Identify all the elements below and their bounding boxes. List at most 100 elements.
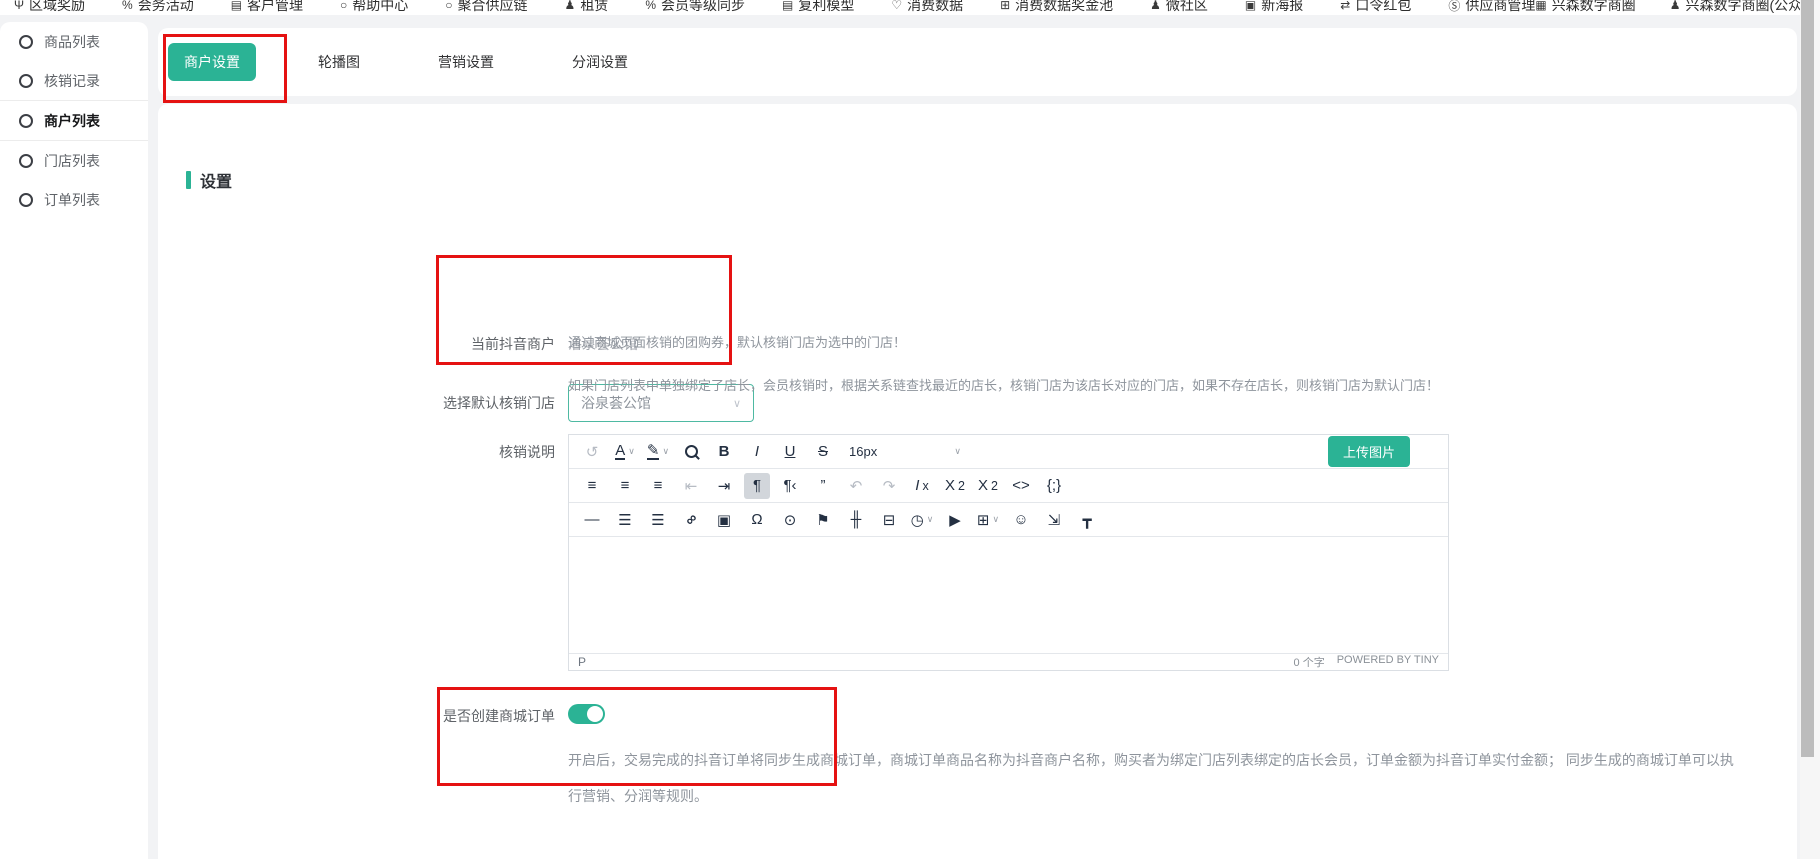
nav-item-label: 供应商管理 — [1465, 0, 1535, 15]
section-title: 设置 — [200, 168, 232, 192]
rtl-icon[interactable]: ¶‹ — [777, 473, 803, 499]
nav-item[interactable]: ▣新海报 — [1245, 0, 1303, 15]
italic-icon[interactable]: I — [744, 439, 770, 465]
code-icon[interactable]: <> — [1008, 473, 1034, 499]
tab-profit-settings[interactable]: 分润设置 — [556, 43, 644, 81]
nav-item[interactable]: ▤客户管理 — [231, 0, 303, 15]
trophy-icon: Ψ — [14, 0, 24, 12]
sidebar-item-store-list[interactable]: 门店列表 — [0, 141, 148, 180]
s-circle-icon: Ⓢ — [1448, 0, 1460, 14]
anchor-icon[interactable]: ⚑ — [810, 507, 836, 533]
underline-icon[interactable]: U — [777, 439, 803, 465]
sync-icon: % — [645, 0, 656, 12]
ltr-icon[interactable]: ¶ — [744, 473, 770, 499]
bold-icon[interactable]: B — [711, 439, 737, 465]
fullscreen-icon[interactable]: ⇲ — [1041, 507, 1067, 533]
indent-icon[interactable]: ⇥ — [711, 473, 737, 499]
nav-item[interactable]: ♟微社区 — [1150, 0, 1208, 15]
nav-item-label: 新海报 — [1261, 0, 1303, 15]
upload-image-button[interactable]: 上传图片 — [1328, 436, 1410, 467]
nav-item[interactable]: ♟ 租赁 — [565, 0, 609, 15]
datetime-icon[interactable]: ◷∨ — [909, 507, 935, 533]
nav-item[interactable]: %会务活动 — [122, 0, 194, 15]
nav-item-label: 口令红包 — [1355, 0, 1411, 15]
clear-format-icon[interactable]: Ix — [909, 473, 935, 499]
table-icon[interactable]: ⊞∨ — [975, 507, 1001, 533]
bullet-list-icon[interactable]: ☰ — [612, 507, 638, 533]
chevron-down-icon: ∨ — [733, 397, 741, 410]
section-header: 设置 — [186, 168, 232, 192]
nav-item[interactable]: ⇄口令红包 — [1340, 0, 1411, 15]
media-icon[interactable]: ▶ — [942, 507, 968, 533]
page-break-icon[interactable]: ╫ — [843, 507, 869, 533]
tab-merchant-settings[interactable]: 商户设置 — [168, 43, 256, 81]
sidebar-item-label: 商户列表 — [44, 111, 100, 131]
scrollbar-thumb[interactable] — [1801, 0, 1814, 757]
code-sample-icon[interactable]: {;} — [1041, 473, 1067, 499]
emoji-icon[interactable]: ☺ — [1008, 507, 1034, 533]
nav-item[interactable]: ♡消费数据 — [891, 0, 963, 15]
font-size-select[interactable]: 16px∨ — [843, 439, 967, 465]
insert-image-icon[interactable]: ▣ — [711, 507, 737, 533]
scrollbar[interactable] — [1800, 0, 1820, 859]
align-center-icon[interactable]: ≡ — [612, 473, 638, 499]
outdent-icon[interactable]: ⇤ — [678, 473, 704, 499]
sidebar-item-order-list[interactable]: 订单列表 — [0, 180, 148, 219]
text-color-icon[interactable]: A∨ — [612, 439, 638, 465]
format-paint-icon[interactable]: ┳ — [1074, 507, 1100, 533]
store-select-value: 浴泉荟公馆 — [581, 393, 651, 413]
strikethrough-icon[interactable]: S — [810, 439, 836, 465]
nav-item[interactable]: ▦兴森数字商圈 — [1535, 0, 1635, 15]
numbered-list-icon[interactable]: ☰ — [645, 507, 671, 533]
nav-item-label: 消费数据 — [907, 0, 963, 15]
special-char-icon[interactable]: Ω — [744, 507, 770, 533]
nav-item[interactable]: ▤复利模型 — [782, 0, 854, 15]
superscript-icon[interactable]: X2 — [975, 473, 1001, 499]
horizontal-rule-icon[interactable]: — — [579, 507, 605, 533]
current-merchant-label: 当前抖音商户 — [278, 334, 555, 354]
redo-icon[interactable]: ↷ — [876, 473, 902, 499]
nav-item[interactable]: % 会员等级同步 — [645, 0, 745, 15]
highlight-icon[interactable]: ✎∨ — [645, 439, 671, 465]
nav-item-label: 复利模型 — [798, 0, 854, 15]
align-left-icon[interactable]: ≡ — [579, 473, 605, 499]
page: Ψ区域奖励 %会务活动 ▤客户管理 ○帮助中心 ○聚合供应链 ♟ 租赁% 会员等级同步 ▤复利模… — [0, 0, 1820, 859]
tab-marketing-settings[interactable]: 营销设置 — [422, 43, 510, 81]
user-icon: ♟ — [1670, 0, 1681, 12]
history-icon[interactable]: ↺ — [579, 439, 605, 465]
search-icon[interactable] — [678, 439, 704, 465]
create-order-toggle[interactable] — [568, 704, 605, 724]
tab-carousel[interactable]: 轮播图 — [302, 43, 376, 81]
editor-content-area[interactable] — [569, 537, 1448, 653]
preview-icon[interactable]: ⊙ — [777, 507, 803, 533]
toggle-knob — [587, 706, 603, 722]
nav-item[interactable]: ○聚合供应链 — [445, 0, 527, 15]
nav-item-label: 会员等级同步 — [661, 0, 745, 15]
word-count: 0 个字 — [1294, 654, 1325, 670]
sidebar-item-label: 商品列表 — [44, 32, 100, 52]
nav-item[interactable]: Ⓢ 供应商管理 — [1448, 0, 1535, 15]
link-icon[interactable]: ∞ — [678, 507, 704, 533]
radio-circle-icon — [19, 74, 33, 88]
create-order-hint: 开启后，交易完成的抖音订单将同步生成商城订单，商城订单商品名称为抖音商户名称，购… — [568, 742, 1736, 814]
sidebar-item-goods-list[interactable]: 商品列表 — [0, 22, 148, 61]
nav-item[interactable]: ♟兴森数字商圈(公众号管理员) — [1670, 0, 1800, 15]
powered-by-label[interactable]: POWERED BY TINY — [1337, 654, 1439, 670]
undo-icon[interactable]: ↶ — [843, 473, 869, 499]
editor-toolbar-row-3: — ☰ ☰ ∞ ▣ Ω ⊙ ⚑ ╫ ⊟ ◷∨ ▶ ⊞∨ ☺ ⇲ ┳ — [569, 503, 1448, 537]
nav-item-label: 消费数据奖金池 — [1015, 0, 1113, 15]
sidebar-item-merchant-list[interactable]: 商户列表 — [0, 100, 148, 141]
align-right-icon[interactable]: ≡ — [645, 473, 671, 499]
subscript-icon[interactable]: X2 — [942, 473, 968, 499]
blockquote-icon[interactable]: ” — [810, 473, 836, 499]
nav-item[interactable]: Ψ区域奖励 — [14, 0, 85, 15]
nav-item[interactable]: ○帮助中心 — [340, 0, 408, 15]
nav-item-label: 租赁 — [580, 0, 608, 15]
nav-item[interactable]: ⊞消费数据奖金池 — [1000, 0, 1113, 15]
print-icon[interactable]: ⊟ — [876, 507, 902, 533]
sidebar-item-verify-records[interactable]: 核销记录 — [0, 61, 148, 100]
nav-item-label: 兴森数字商圈 — [1552, 0, 1636, 15]
nav-item-label: 会务活动 — [138, 0, 194, 15]
supply-chain-icon: ○ — [445, 0, 452, 12]
hourglass-icon: ♟ — [565, 0, 576, 12]
